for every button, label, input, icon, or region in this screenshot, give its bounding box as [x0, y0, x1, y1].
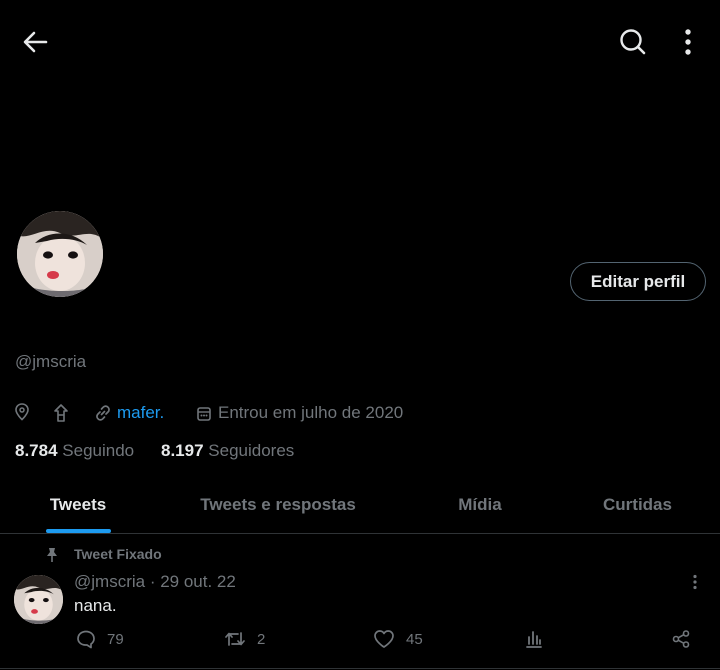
tab-likes[interactable]: Curtidas — [585, 495, 690, 515]
tweet-date[interactable]: · 29 out. 22 — [150, 572, 236, 591]
retweet-count: 2 — [257, 630, 266, 648]
tweet-divider — [0, 668, 720, 669]
tab-tweets-and-replies[interactable]: Tweets e respostas — [178, 495, 378, 515]
tweet-text: nana. — [74, 596, 117, 615]
search-button[interactable] — [618, 27, 648, 57]
following-stat[interactable]: 8.784 Seguindo — [15, 441, 134, 461]
more-vertical-icon — [693, 574, 697, 590]
retweet-icon — [225, 632, 245, 646]
followers-stat[interactable]: 8.197 Seguidores — [161, 441, 294, 461]
search-icon — [620, 29, 646, 55]
tab-media[interactable]: Mídia — [430, 495, 530, 515]
balloon-icon — [54, 404, 68, 422]
more-button[interactable] — [680, 28, 696, 56]
pin-icon — [45, 547, 59, 563]
share-icon — [672, 630, 690, 648]
followers-count: 8.197 — [161, 441, 204, 460]
following-count: 8.784 — [15, 441, 58, 460]
more-vertical-icon — [685, 29, 691, 55]
views-button[interactable] — [524, 629, 544, 649]
edit-profile-button[interactable]: Editar perfil — [570, 262, 706, 301]
profile-avatar[interactable] — [17, 211, 103, 297]
location-pin-icon — [15, 403, 29, 421]
tweet-header: @jmscria · 29 out. 22 — [74, 572, 236, 592]
followers-label: Seguidores — [208, 441, 295, 460]
calendar-icon — [197, 406, 211, 421]
website-item[interactable]: mafer. — [94, 403, 164, 423]
retweet-button[interactable]: 2 — [224, 629, 265, 649]
share-button[interactable] — [671, 629, 691, 649]
tab-tweets[interactable]: Tweets — [20, 495, 136, 515]
profile-handle: @jmscria — [15, 352, 87, 371]
reply-count: 79 — [107, 630, 124, 648]
joined-item: Entrou em julho de 2020 — [196, 403, 403, 423]
bar-chart-icon — [526, 631, 542, 648]
reply-button[interactable]: 79 — [76, 629, 124, 649]
tweet-handle[interactable]: @jmscria — [74, 572, 145, 591]
tweet-avatar[interactable] — [14, 575, 63, 624]
back-button[interactable] — [20, 28, 50, 56]
arrow-left-icon — [23, 31, 48, 53]
location-item — [14, 403, 30, 421]
following-label: Seguindo — [62, 441, 135, 460]
tweet-more-button[interactable] — [689, 574, 701, 590]
like-button[interactable]: 45 — [373, 629, 423, 649]
tabs-divider — [0, 533, 720, 534]
birthday-item — [53, 403, 69, 423]
pinned-label: Tweet Fixado — [74, 546, 162, 562]
heart-icon — [374, 630, 394, 648]
reply-icon — [77, 630, 95, 649]
website-link[interactable]: mafer. — [117, 403, 164, 423]
link-icon — [96, 405, 110, 421]
joined-date: Entrou em julho de 2020 — [218, 403, 404, 422]
like-count: 45 — [406, 630, 423, 648]
